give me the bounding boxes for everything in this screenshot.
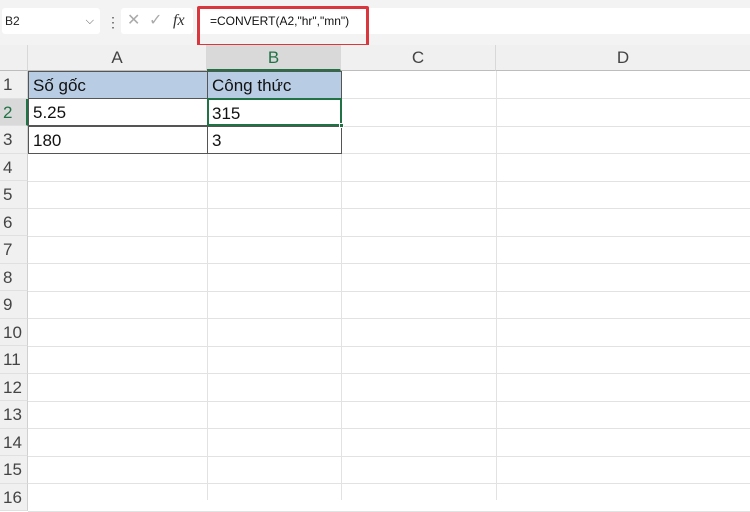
row-header-7[interactable]: 7 — [0, 236, 28, 264]
column-header-c[interactable]: C — [341, 45, 496, 71]
column-header-b[interactable]: B — [207, 45, 341, 71]
insert-function-icon[interactable]: fx — [173, 8, 185, 34]
grid-row-line — [28, 400, 750, 402]
highlight-box — [197, 6, 369, 47]
cell-a1[interactable]: Số gốc — [28, 71, 208, 99]
row-header-6[interactable]: 6 — [0, 208, 28, 236]
formula-controls: ✕ ✓ fx — [121, 8, 193, 34]
grid-row-line — [28, 290, 750, 292]
chevron-down-icon[interactable]: ⌵ — [86, 8, 94, 34]
fill-handle[interactable] — [339, 123, 344, 128]
grid-row-line — [28, 373, 750, 374]
row-header-13[interactable]: 13 — [0, 401, 28, 429]
cell-b3[interactable]: 3 — [207, 126, 342, 154]
grid-row-line — [28, 455, 750, 457]
row-header-4[interactable]: 4 — [0, 153, 28, 181]
row-header-12[interactable]: 12 — [0, 373, 28, 401]
row-header-1[interactable]: 1 — [0, 71, 28, 99]
more-options-icon[interactable]: ⋮ — [106, 14, 120, 31]
name-box[interactable]: B2 ⌵ — [2, 8, 100, 34]
row-header-9[interactable]: 9 — [0, 291, 28, 319]
grid-column-line — [496, 71, 497, 500]
cancel-icon[interactable]: ✕ — [127, 8, 140, 34]
row-header-2[interactable]: 2 — [0, 98, 28, 126]
cell-a3[interactable]: 180 — [28, 126, 208, 154]
row-header-8[interactable]: 8 — [0, 263, 28, 291]
column-header-a[interactable]: A — [28, 45, 207, 71]
row-header-5[interactable]: 5 — [0, 181, 28, 209]
row-header-11[interactable]: 11 — [0, 346, 28, 374]
cell-b2[interactable]: 315 — [207, 98, 342, 126]
grid-row-line — [28, 235, 750, 237]
grid-row-line — [28, 345, 750, 347]
row-header-3[interactable]: 3 — [0, 126, 28, 154]
name-box-value: B2 — [5, 14, 20, 28]
grid-row-line — [28, 510, 750, 512]
enter-icon[interactable]: ✓ — [149, 8, 162, 34]
grid-row-line — [28, 180, 750, 182]
row-header-10[interactable]: 10 — [0, 318, 28, 346]
column-header-d[interactable]: D — [496, 45, 750, 71]
cell-b1[interactable]: Công thức — [207, 71, 342, 99]
row-header-15[interactable]: 15 — [0, 456, 28, 484]
grid-row-line — [28, 208, 750, 209]
grid-row-line — [28, 483, 750, 484]
cell-a2[interactable]: 5.25 — [28, 98, 208, 126]
grid-row-line — [28, 318, 750, 319]
grid-row-line — [28, 428, 750, 429]
row-header-16[interactable]: 16 — [0, 483, 28, 511]
grid-row-line — [28, 263, 750, 264]
select-all-button[interactable] — [0, 45, 28, 71]
row-header-14[interactable]: 14 — [0, 428, 28, 456]
